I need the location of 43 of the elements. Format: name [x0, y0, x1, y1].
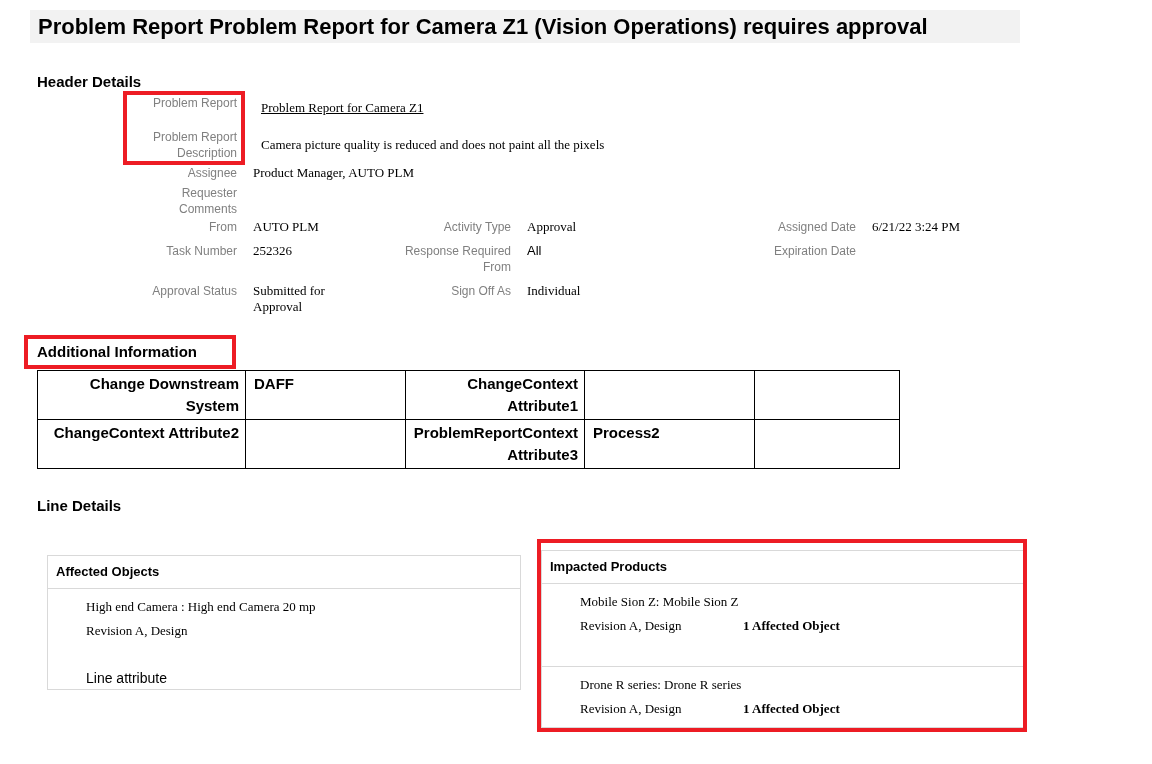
field-label: Activity Type	[442, 219, 511, 235]
field-value: Submitted for Approval	[253, 283, 326, 315]
field-value: AUTO PLM	[253, 219, 320, 235]
line-attribute: Line attribute	[85, 669, 168, 687]
field-label: Assigned Date	[776, 219, 856, 235]
field-label: Response Required From	[403, 243, 511, 275]
section-heading: Line Details	[37, 497, 123, 515]
field-label: Approval Status	[151, 283, 237, 300]
field-label: Assignee	[186, 165, 237, 182]
problem-report-link[interactable]: Problem Report for Camera Z1	[261, 100, 424, 115]
panel-title: Affected Objects	[48, 556, 520, 589]
revision-text: Revision A, Design	[580, 701, 683, 717]
panel-title: Impacted Products	[542, 551, 1023, 584]
field-label: Sign Off As	[450, 283, 511, 300]
attribute-value: DAFF	[245, 370, 406, 420]
page-title: Problem Report Problem Report for Camera Z1 (Vision Operations) requires approval	[38, 13, 929, 40]
field-value: Individual	[527, 283, 582, 299]
revision-text: Revision A, Design	[580, 618, 683, 634]
affected-count: 1 Affected Object	[743, 618, 840, 634]
object-name: High end Camera : High end Camera 20 mp	[86, 599, 317, 615]
field-value: Product Manager, AUTO PLM	[253, 165, 414, 182]
field-label: Problem Report	[151, 95, 237, 111]
field-label: Requester Comments	[178, 185, 237, 217]
attribute-value: Process2	[584, 419, 755, 469]
revision-text: Revision A, Design	[86, 623, 189, 639]
field-label: Task Number	[165, 243, 237, 260]
object-name: Drone R series: Drone R series	[580, 677, 743, 693]
attribute-label: Change Downstream System	[37, 370, 246, 420]
field-value: Approval	[527, 219, 578, 235]
object-name: Mobile Sion Z: Mobile Sion Z	[580, 594, 740, 610]
affected-count: 1 Affected Object	[743, 701, 840, 717]
section-heading: Additional Information	[37, 343, 198, 361]
field-label: Problem Report Description	[151, 129, 237, 161]
attribute-label: ProblemReportContext Attribute3	[405, 419, 585, 469]
attribute-label: ChangeContext Attribute2	[37, 419, 246, 469]
field-value: All	[527, 243, 543, 259]
attribute-label: ChangeContext Attribute1	[405, 370, 585, 420]
field-label: Expiration Date	[772, 243, 856, 260]
section-heading: Header Details	[37, 73, 143, 91]
field-value: 252326	[253, 243, 293, 259]
field-value: Camera picture quality is reduced and does not paint all the pixels	[261, 137, 605, 153]
field-value: 6/21/22 3:24 PM	[872, 219, 962, 235]
field-label: From	[208, 219, 237, 235]
